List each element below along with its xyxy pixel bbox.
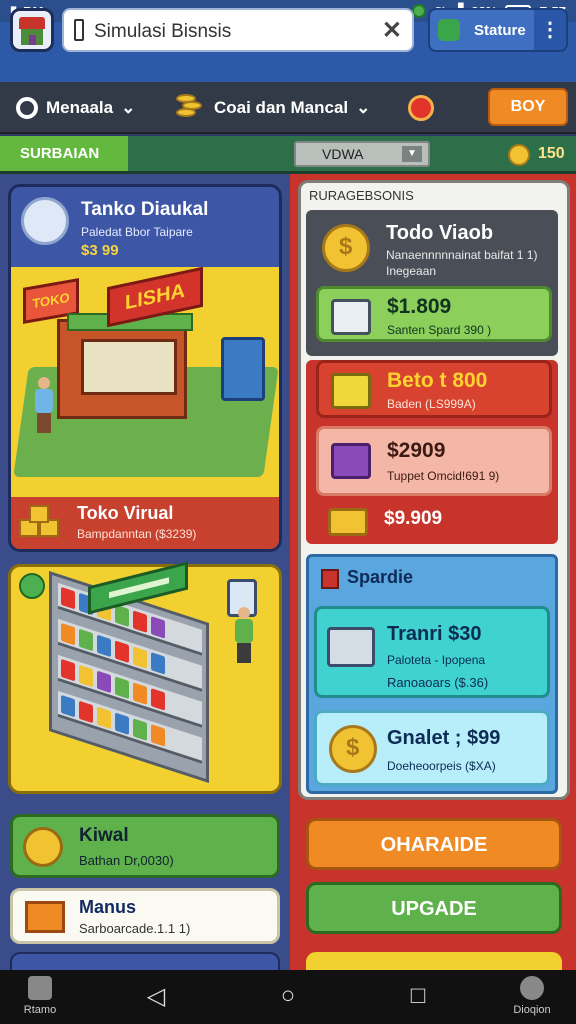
shop-item[interactable]: $9.909 (316, 502, 552, 542)
register-icon (327, 627, 375, 667)
atm-kiosk-icon (221, 337, 265, 401)
store-price: $3 99 (81, 242, 119, 259)
manus-card[interactable]: Manus Sarboarcade.1.1 1) (10, 888, 280, 944)
chevron-down-icon: ▼ (402, 146, 422, 162)
buy-button[interactable]: BOY (488, 88, 568, 126)
kredit-title: Kiwal (79, 825, 129, 846)
special-offer-title: Gnalet ; $99 (387, 727, 501, 749)
chevron-down-icon: ⌄ (121, 98, 136, 117)
view-select-value: VDWA (322, 146, 364, 162)
manus-title: Manus (79, 897, 137, 917)
home-circle-icon[interactable]: ○ (268, 982, 308, 1012)
gem-coins-icon[interactable] (408, 82, 434, 134)
shop-item[interactable]: Beto t 800 Baden (LS999A) (316, 360, 552, 418)
bottom-nav-bar: Rtamo ◁ ○ □ Dioqion (0, 970, 576, 1024)
status-button-label: Stature (474, 22, 526, 39)
coin-stack-icon (23, 827, 63, 867)
special-offer-sub: Paloteta - Ipopena (387, 653, 486, 667)
info-bar: SURBAIAN VDWA ▼ 150 (0, 136, 576, 174)
menu-dropdown-label: Menaala (46, 98, 114, 117)
special-offer-sub: Doeheoorpeis ($XA) (387, 759, 496, 773)
item-price: $1.809 (387, 295, 452, 318)
item-price: $2909 (387, 439, 446, 462)
text-cursor-icon (74, 19, 84, 41)
recent-apps-icon[interactable]: □ (398, 982, 438, 1012)
store-footer-subtitle: Bampdanntan ($3239) (77, 527, 197, 541)
leaf-icon (19, 573, 45, 599)
tab-home[interactable]: Rtamo (10, 976, 70, 1016)
finance-dropdown[interactable]: Coai dan Mancal ⌄ (176, 82, 370, 134)
top-offer-sub2: Inegeaan (386, 264, 437, 278)
kredit-subtitle: Bathan Dr,0030) (79, 853, 174, 868)
shop-item[interactable]: $1.809 Santen Spard 390 ) (316, 286, 552, 342)
item-desc: Baden (LS999A) (387, 397, 476, 411)
clerk-figure (233, 607, 255, 663)
view-select[interactable]: VDWA ▼ (294, 141, 430, 167)
status-button[interactable]: Stature ⋮ (428, 8, 568, 52)
sub-tab[interactable]: SURBAIAN (0, 136, 128, 171)
coin-icon (508, 144, 530, 166)
store-footer[interactable]: Toko Virual Bampdanntan ($3239) (11, 497, 279, 549)
special-offer-card[interactable]: Tranri $30 Paloteta - Ipopena Ranoaoars … (314, 606, 550, 698)
special-offer-title: Tranri $30 (387, 623, 482, 645)
gem-icon (408, 95, 434, 121)
next-card-peek (10, 952, 280, 972)
manus-subtitle: Sarboarcade.1.1 1) (79, 921, 191, 936)
gift-box-icon (331, 443, 371, 479)
coin-balance: 150 (538, 145, 565, 162)
tab-home-label: Rtamo (23, 1004, 57, 1016)
shopkeeper-figure (33, 377, 55, 433)
back-icon[interactable]: ◁ (136, 982, 176, 1012)
item-desc: Santen Spard 390 ) (387, 323, 492, 337)
menu-dropdown[interactable]: Menaala ⌄ (16, 82, 135, 134)
top-offer-sub1: Nanaennnnnainat baifat 1 1) (386, 248, 538, 262)
coin-stack-icon (176, 94, 206, 122)
store-illustration: TOKO LISHA (11, 266, 279, 499)
shop-panel-header: RURAGEBSONIS (309, 188, 414, 203)
top-offer-title: Todo Viaob (386, 222, 494, 244)
document-icon (331, 299, 371, 335)
upgrade-button[interactable]: UPGADE (306, 882, 562, 934)
cash-icon (331, 373, 371, 409)
tab-options-label: Dioqion (513, 1004, 551, 1016)
finance-dropdown-label: Coai dan Mancal (214, 98, 349, 117)
special-offer-card[interactable]: Gnalet ; $99 Doeheoorpeis ($XA) (314, 710, 550, 786)
shop-item[interactable]: $2909 Tuppet Omcid!691 9) (316, 426, 552, 496)
boxes-icon (19, 505, 65, 541)
store-title: Tanko Diaukal (81, 199, 209, 220)
tab-options[interactable]: Dioqion (502, 976, 562, 1016)
kredit-card[interactable]: Kiwal Bathan Dr,0030) (10, 814, 280, 878)
store-card[interactable]: Tanko Diaukal Paledat Bbor Taipare $3 99… (8, 184, 282, 552)
boxes-icon (328, 508, 368, 536)
sync-icon (412, 4, 427, 18)
primary-action-button[interactable]: OHARAIDE (306, 818, 562, 870)
chevron-down-icon: ⌄ (356, 98, 371, 117)
search-input[interactable]: Simulasi Bisnsis ✕ (62, 8, 414, 52)
status-chip-icon (438, 19, 460, 41)
special-header: Spardie (347, 567, 414, 587)
search-value: Simulasi Bisnsis (94, 21, 232, 42)
more-vertical-icon[interactable]: ⋮ (534, 10, 566, 50)
location-pin-icon (21, 197, 69, 245)
store-subtitle: Paledat Bbor Taipare (81, 225, 193, 239)
special-offer-sub2: Ranoaoars ($.36) (387, 675, 489, 690)
app-logo-icon[interactable] (10, 8, 54, 52)
next-card-peek (306, 952, 562, 972)
settings-icon (520, 976, 544, 1000)
cart-icon (25, 901, 65, 933)
book-icon (321, 569, 339, 589)
home-icon (28, 976, 52, 1000)
gold-coin-icon (322, 224, 370, 272)
shop-building: LISHA (47, 266, 203, 429)
ring-icon (16, 97, 38, 119)
item-desc: Tuppet Omcid!691 9) (387, 469, 500, 483)
store-footer-title: Toko Virual (77, 503, 174, 523)
item-price: Beto t 800 (387, 369, 488, 392)
clear-search-icon[interactable]: ✕ (382, 16, 402, 45)
gold-coin-icon (329, 725, 377, 773)
item-price: $9.909 (384, 508, 443, 529)
